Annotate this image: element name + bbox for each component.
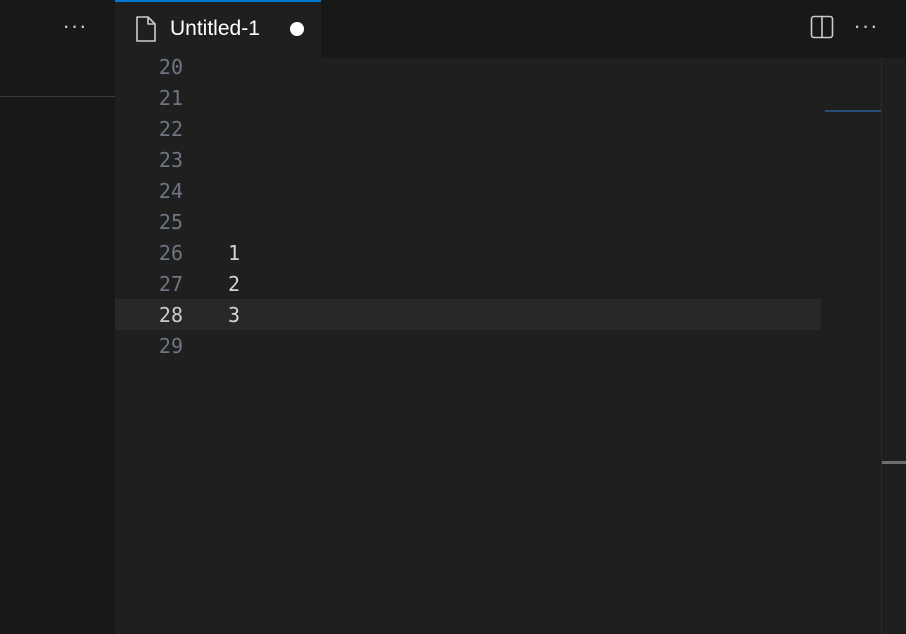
code-line[interactable]	[228, 207, 818, 238]
vertical-scrollbar-thumb[interactable]	[882, 461, 906, 464]
line-number: 26	[158, 241, 183, 265]
code-line[interactable]	[228, 114, 818, 145]
unsaved-changes-dot-icon[interactable]	[290, 22, 304, 36]
tab-untitled-1[interactable]: Untitled-1	[115, 0, 321, 58]
code-lines[interactable]: 1 2 3	[228, 52, 818, 362]
line-number: 27	[158, 272, 183, 296]
minimap-viewport-indicator[interactable]	[825, 110, 881, 112]
code-line[interactable]: 1	[228, 238, 818, 269]
vscode-window: ··· Untitled-1 ··· 20 21 22 23 24 25 26 …	[0, 0, 906, 634]
code-line[interactable]	[228, 52, 818, 83]
active-line-number: 28	[158, 303, 183, 327]
tab-title: Untitled-1	[170, 17, 260, 40]
line-number: 24	[158, 179, 183, 203]
file-icon	[135, 16, 157, 42]
code-line[interactable]	[228, 331, 818, 362]
vertical-scrollbar-track[interactable]	[881, 58, 882, 634]
sidebar: ···	[0, 0, 115, 634]
editor-more-actions-icon[interactable]: ···	[851, 10, 881, 42]
code-line[interactable]	[228, 176, 818, 207]
code-line[interactable]	[228, 83, 818, 114]
line-number: 25	[158, 210, 183, 234]
code-line[interactable]	[228, 145, 818, 176]
sidebar-divider	[0, 96, 115, 97]
sidebar-more-actions-icon[interactable]: ···	[60, 10, 90, 42]
line-number: 29	[158, 334, 183, 358]
line-number: 21	[158, 86, 183, 110]
current-code-line[interactable]: 3	[228, 300, 818, 331]
code-editor[interactable]: 20 21 22 23 24 25 26 27 28 29 1 2 3	[115, 55, 906, 634]
line-number: 20	[158, 55, 183, 79]
editor-tab-bar: Untitled-1 ···	[115, 0, 906, 58]
split-editor-icon[interactable]	[810, 15, 834, 39]
line-number: 22	[158, 117, 183, 141]
line-number: 23	[158, 148, 183, 172]
code-line[interactable]: 2	[228, 269, 818, 300]
line-number-gutter: 20 21 22 23 24 25 26 27 28 29	[115, 52, 185, 362]
